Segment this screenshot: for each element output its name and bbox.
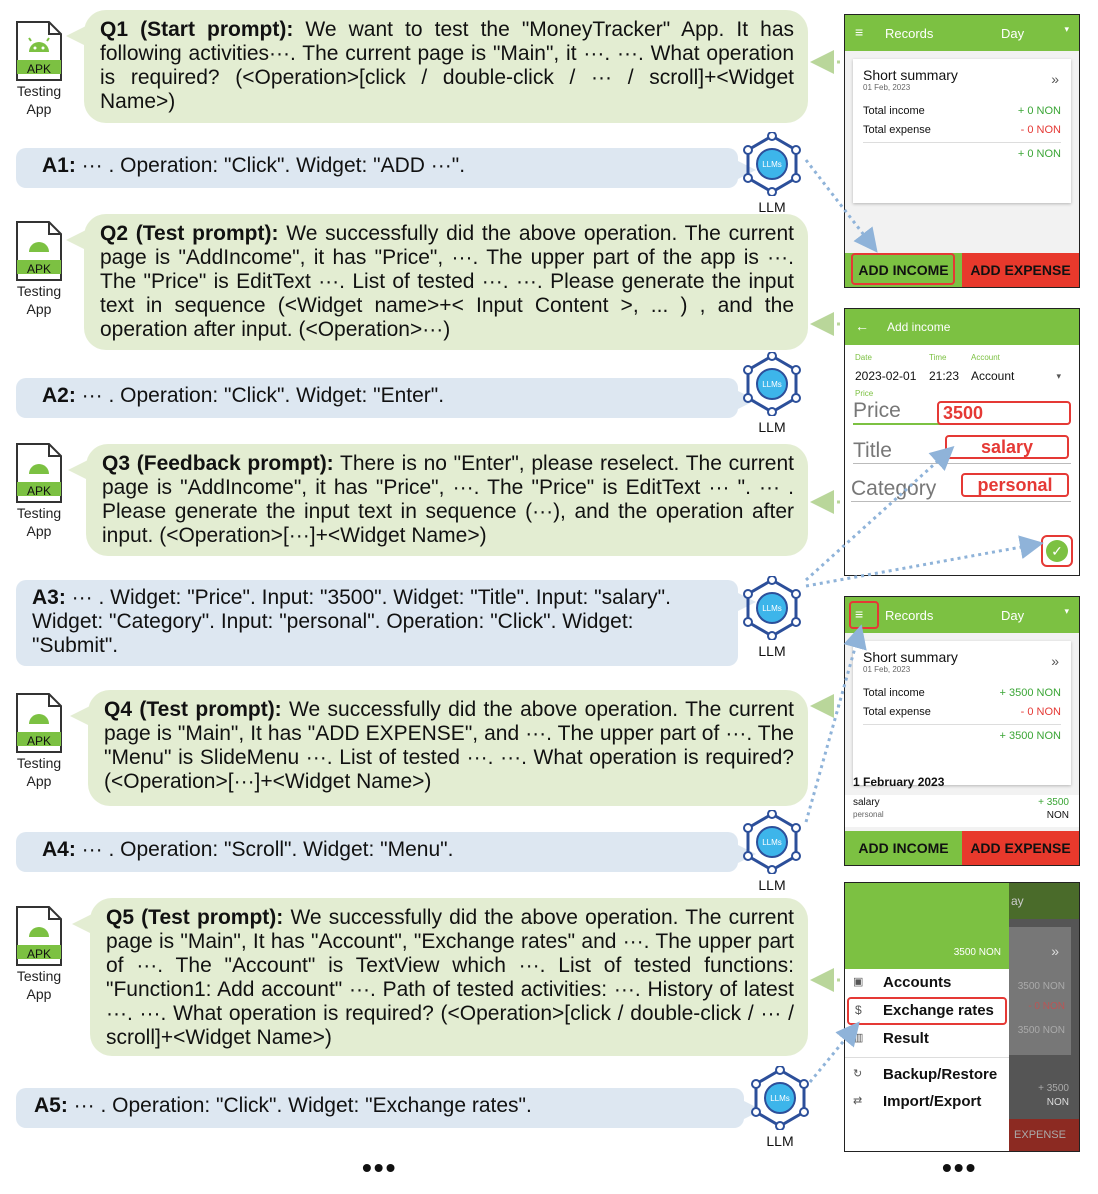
a3-to-fields-arrow (804, 445, 955, 582)
a5-to-exchange-rates-arrow (808, 1021, 860, 1083)
a3-to-submit-arrow (805, 535, 1044, 588)
a1-to-add-income-arrow (804, 159, 878, 253)
a4-to-menu-arrow (804, 624, 867, 823)
connector-arrows (804, 50, 1044, 1083)
